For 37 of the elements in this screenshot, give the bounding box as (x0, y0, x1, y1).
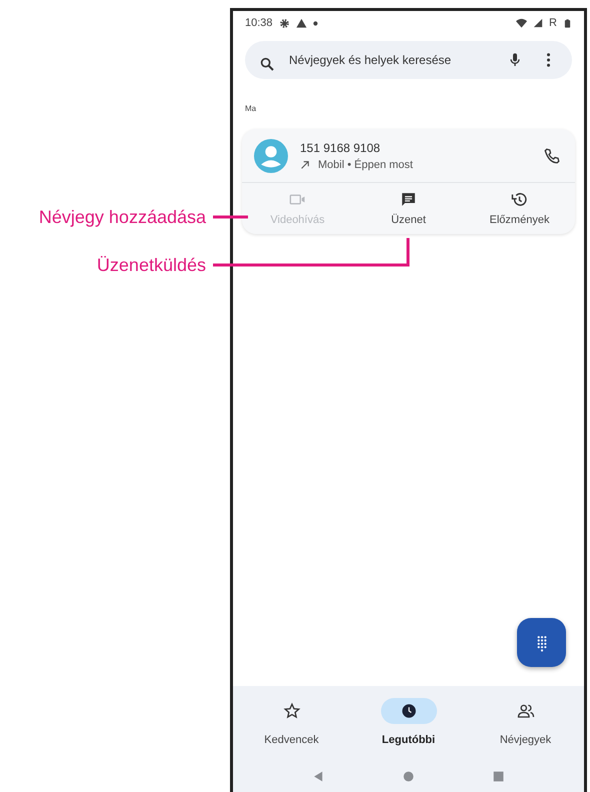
action-button[interactable]: Üzenet (353, 190, 464, 228)
status-time: 10:38 (245, 16, 273, 31)
signal-icon (533, 18, 544, 28)
nav-tab[interactable]: Legutóbbi (350, 698, 467, 748)
callout-label: Névjegy hozzáadása (38, 206, 206, 229)
people-icon (516, 702, 534, 720)
network-label: R (549, 16, 557, 31)
recents-icon (492, 770, 506, 783)
warning-icon (296, 18, 307, 28)
gear-icon (278, 18, 290, 28)
search-field[interactable]: Névjegyek és helyek keresése (245, 41, 572, 79)
phone-number: 151 9168 9108 (300, 140, 382, 157)
back-button[interactable] (312, 770, 325, 783)
callout-label: Üzenetküldés (96, 254, 206, 277)
nav-tab[interactable]: Névjegyek (467, 698, 584, 748)
message-icon (400, 190, 417, 208)
clock-icon (400, 702, 418, 720)
action-button[interactable]: Előzmények (464, 190, 575, 228)
home-button[interactable] (402, 770, 415, 783)
more-icon (547, 53, 550, 67)
section-label: Ma (245, 103, 258, 115)
phone-icon (543, 147, 561, 166)
search-icon (259, 56, 275, 72)
call-detail: Mobil • Éppen most (318, 158, 413, 173)
star-icon (282, 702, 300, 720)
history-icon (511, 190, 528, 208)
outgoing-arrow-icon (300, 160, 310, 170)
dot-icon (312, 20, 318, 26)
back-icon (312, 770, 325, 783)
wifi-icon (516, 18, 528, 28)
recents-button[interactable] (492, 770, 506, 783)
leader-line (213, 216, 248, 218)
battery-icon (563, 18, 572, 28)
home-icon (402, 770, 415, 783)
dialpad-button[interactable] (517, 618, 566, 667)
avatar-icon (254, 139, 288, 174)
nav-tab[interactable]: Kedvencek (233, 698, 350, 748)
